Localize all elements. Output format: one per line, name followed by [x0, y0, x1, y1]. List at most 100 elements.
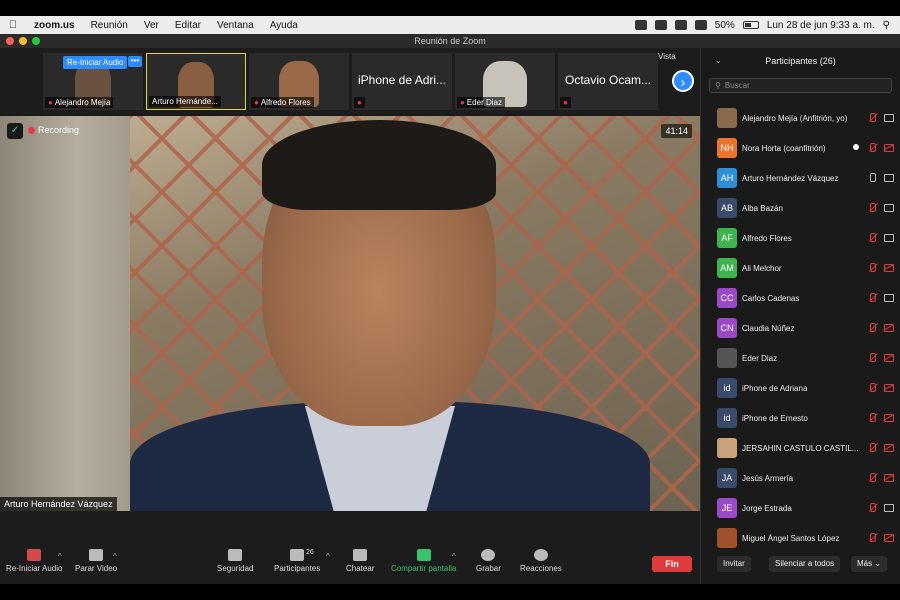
- participant-row[interactable]: NH Nora Horta (coanfitrión): [701, 133, 900, 163]
- clock[interactable]: Lun 28 de jun 9:33 a. m.: [767, 20, 875, 31]
- mic-muted-icon[interactable]: [868, 113, 877, 122]
- participant-search-input[interactable]: ⚲ Buscar: [709, 78, 892, 93]
- camera-off-icon[interactable]: [884, 413, 894, 422]
- mic-muted-icon[interactable]: [868, 263, 877, 272]
- participant-row[interactable]: JERSAHIN CASTULO CASTIL...: [701, 433, 900, 463]
- share-options-chevron-icon[interactable]: ^: [452, 552, 456, 561]
- camera-off-icon[interactable]: [884, 323, 894, 332]
- mic-muted-icon[interactable]: [868, 143, 877, 152]
- gallery-tile-alfredo[interactable]: ● Alfredo Flores: [249, 53, 349, 110]
- recording-indicator[interactable]: Recording: [28, 125, 79, 135]
- camera-off-icon[interactable]: [884, 143, 894, 152]
- next-page-icon[interactable]: ›: [672, 70, 694, 92]
- camera-icon[interactable]: [884, 503, 894, 512]
- participant-row[interactable]: CN Claudia Núñez: [701, 313, 900, 343]
- mic-icon[interactable]: [868, 173, 877, 182]
- reaudio-toolbar-button[interactable]: Re-Iniciar Audio: [6, 549, 62, 573]
- wifi-icon[interactable]: [694, 20, 707, 30]
- participant-row[interactable]: AF Alfredo Flores: [701, 223, 900, 253]
- participant-row[interactable]: id iPhone de Ernesto: [701, 403, 900, 433]
- view-button[interactable]: Vista: [658, 52, 676, 61]
- spotlight-icon[interactable]: ⚲: [883, 20, 890, 31]
- cloud-icon[interactable]: [654, 20, 667, 30]
- mic-muted-icon[interactable]: [868, 413, 877, 422]
- more-button[interactable]: Más ⌄: [851, 556, 888, 572]
- camera-off-icon[interactable]: [884, 443, 894, 452]
- participant-row[interactable]: id iPhone de Adriana: [701, 373, 900, 403]
- zoom-status-icon[interactable]: [634, 20, 647, 30]
- menu-ver[interactable]: Ver: [136, 20, 167, 31]
- participant-row[interactable]: AH Arturo Hernández Vázquez: [701, 163, 900, 193]
- camera-icon[interactable]: [884, 173, 894, 182]
- camera-off-icon[interactable]: [884, 263, 894, 272]
- camera-icon[interactable]: [884, 233, 894, 242]
- participant-row[interactable]: Eder Diaz: [701, 343, 900, 373]
- maximize-window-button[interactable]: [32, 37, 40, 45]
- main-video: ✓ Recording 41:14 Arturo Hernández Vázqu…: [0, 116, 700, 511]
- reaudio-button[interactable]: Re-Iniciar Audio: [63, 56, 128, 69]
- participant-row[interactable]: Miguel Ángel Santos López: [701, 523, 900, 553]
- menu-editar[interactable]: Editar: [167, 20, 209, 31]
- dropbox-icon[interactable]: [674, 20, 687, 30]
- mic-muted-icon[interactable]: [868, 443, 877, 452]
- mute-all-button[interactable]: Silenciar a todos: [769, 556, 841, 572]
- battery-icon[interactable]: [742, 21, 759, 29]
- mic-muted-icon[interactable]: [868, 533, 877, 542]
- mic-muted-icon[interactable]: [868, 503, 877, 512]
- invite-button[interactable]: Invitar: [717, 556, 751, 572]
- camera-off-icon[interactable]: [884, 353, 894, 362]
- participant-row[interactable]: JE Jorge Estrada: [701, 493, 900, 523]
- tile-name: ● Eder Diaz: [457, 97, 505, 108]
- participant-row[interactable]: CC Carlos Cadenas: [701, 283, 900, 313]
- gallery-tile-octavio[interactable]: Octavio Ocam... ●: [558, 53, 658, 110]
- security-button[interactable]: Seguridad: [217, 549, 253, 573]
- mic-muted-icon[interactable]: [868, 323, 877, 332]
- close-window-button[interactable]: [6, 37, 14, 45]
- participant-row[interactable]: JA Jesús Armería: [701, 463, 900, 493]
- record-button[interactable]: Grabar: [476, 549, 501, 573]
- camera-icon[interactable]: [884, 293, 894, 302]
- camera-icon[interactable]: [884, 113, 894, 122]
- gallery-tile-arturo[interactable]: Arturo Hernánde...: [146, 53, 246, 110]
- participant-row[interactable]: Alejandro Mejía (Anfitrión, yo): [701, 103, 900, 133]
- participants-options-chevron-icon[interactable]: ^: [326, 552, 330, 561]
- more-options-button[interactable]: •••: [128, 56, 142, 67]
- tile-name: ● Alejandro Mejía: [45, 97, 114, 108]
- mic-muted-icon[interactable]: [868, 233, 877, 242]
- security-shield-icon[interactable]: ✓: [7, 123, 23, 139]
- menu-ayuda[interactable]: Ayuda: [262, 20, 306, 31]
- share-screen-button[interactable]: Compartir pantalla: [391, 549, 456, 573]
- video-options-chevron-icon[interactable]: ^: [113, 552, 117, 561]
- apple-icon[interactable]: : [0, 19, 26, 31]
- menu-ventana[interactable]: Ventana: [209, 20, 262, 31]
- end-meeting-button[interactable]: Fin: [652, 556, 692, 572]
- audio-options-chevron-icon[interactable]: ^: [58, 552, 62, 561]
- background-wall: [0, 116, 130, 511]
- participant-status: [868, 293, 894, 302]
- camera-icon[interactable]: [884, 203, 894, 212]
- chat-button[interactable]: Chatear: [346, 549, 374, 573]
- mic-muted-icon[interactable]: [868, 293, 877, 302]
- menu-reunion[interactable]: Reunión: [83, 20, 136, 31]
- reactions-button[interactable]: Reacciones: [520, 549, 562, 573]
- gallery-tile-iphone-adriana[interactable]: iPhone de Adri... ●: [352, 53, 452, 110]
- participant-row[interactable]: AM Ali Melchor: [701, 253, 900, 283]
- minimize-window-button[interactable]: [19, 37, 27, 45]
- avatar: JA: [717, 468, 737, 488]
- mic-muted-icon[interactable]: [868, 353, 877, 362]
- tile-mic: ●: [354, 97, 365, 108]
- participant-name: Alejandro Mejía (Anfitrión, yo): [742, 113, 848, 123]
- mic-muted-icon[interactable]: [868, 473, 877, 482]
- camera-off-icon[interactable]: [884, 473, 894, 482]
- mic-muted-icon[interactable]: [868, 203, 877, 212]
- avatar: CN: [717, 318, 737, 338]
- collapse-panel-icon[interactable]: ⌄: [715, 48, 722, 74]
- camera-off-icon[interactable]: [884, 533, 894, 542]
- gallery-tile-eder[interactable]: ● Eder Diaz: [455, 53, 555, 110]
- participant-row[interactable]: AB Alba Bazán: [701, 193, 900, 223]
- gallery-tile-alejandro[interactable]: ● Alejandro Mejía Re-Iniciar Audio •••: [43, 53, 143, 110]
- menu-app[interactable]: zoom.us: [26, 20, 83, 31]
- stop-video-button[interactable]: Parar Video: [75, 549, 117, 573]
- camera-off-icon[interactable]: [884, 383, 894, 392]
- mic-muted-icon[interactable]: [868, 383, 877, 392]
